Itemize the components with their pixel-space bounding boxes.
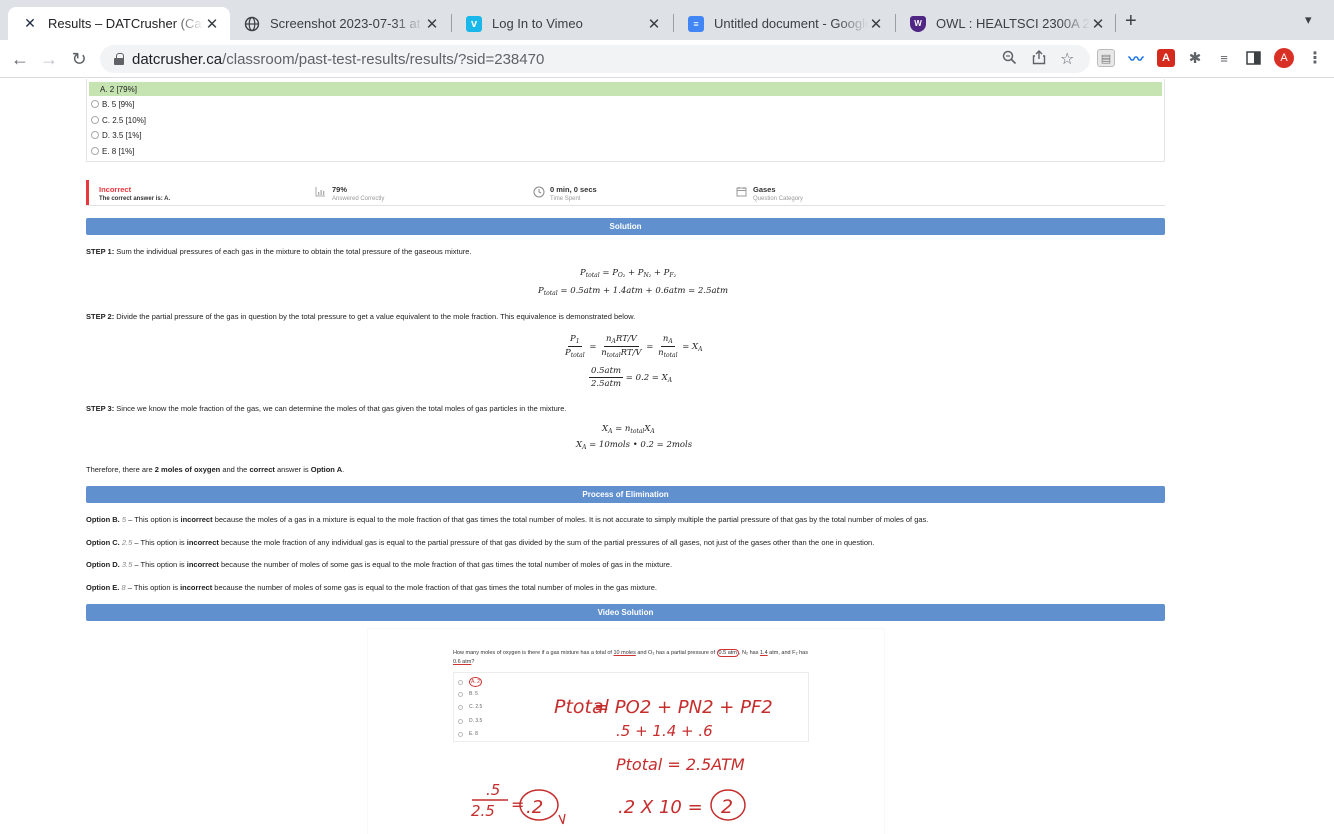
bookmark-star-icon[interactable]: ☆ — [1060, 49, 1074, 69]
incorrect-marker — [86, 180, 89, 205]
video-player[interactable]: How many moles of oxygen is there if a g… — [368, 629, 884, 834]
video-solution-header: Video Solution — [86, 604, 1165, 621]
step-1-text: STEP 1: Sum the individual pressures of … — [86, 247, 472, 256]
equation-total-pressure-values: Ptotal = 0.5atm + 1.4atm + 0.6atm = 2.5a… — [538, 286, 729, 297]
tab-datcrusher-results[interactable]: ✕ Results – DATCrusher (Canadian ✕ — [8, 7, 230, 40]
handwriting-sum-terms: = PO2 + PN2 + PF2 — [594, 697, 773, 718]
answer-option-d[interactable]: D. 3.5 [1%] — [89, 128, 142, 142]
share-icon[interactable] — [1032, 50, 1046, 69]
tab-title: Log In to Vimeo — [492, 16, 583, 31]
radio-icon — [91, 147, 99, 155]
result-status: Incorrect The correct answer is: A. — [99, 185, 171, 202]
radio-icon — [91, 131, 99, 139]
answer-option-e[interactable]: E. 8 [1%] — [89, 144, 134, 158]
equation-moles-values: XA = 10mols • 0.2 = 2mols — [576, 440, 693, 451]
reload-icon[interactable]: ↻ — [66, 47, 92, 71]
tab-search-chevron-icon[interactable]: ▾ — [1305, 12, 1312, 28]
equation-moles-formula: XA = ntotalXA — [602, 424, 655, 435]
handwriting-sum-values: .5 + 1.4 + .6 — [616, 722, 713, 740]
browser-toolbar: ← → ↻ datcrusher.ca/classroom/past-test-… — [0, 40, 1334, 78]
back-arrow-icon[interactable]: ← — [7, 47, 33, 71]
handwriting-total: Ptotal = 2.5ATM — [616, 755, 745, 774]
vimeo-icon: v — [466, 15, 482, 32]
tab-title: Results – DATCrusher (Canadian — [48, 16, 204, 31]
bar-chart-icon — [315, 186, 326, 197]
conclusion-text: Therefore, there are 2 moles of oxygen a… — [86, 465, 345, 474]
calculator-extension-icon[interactable]: ▤ — [1097, 49, 1115, 67]
browser-tab-strip: ✕ Results – DATCrusher (Canadian ✕ Scree… — [0, 0, 1334, 40]
forward-arrow-icon[interactable]: → — [36, 47, 62, 71]
tab-title: OWL : HEALTSCI 2300A 200 S — [936, 16, 1090, 31]
tab-title: Untitled document - Google Do — [714, 16, 868, 31]
google-docs-icon: ≡ — [688, 15, 704, 32]
elimination-option-e: Option E. 8 – This option is incorrect b… — [86, 583, 658, 592]
globe-icon — [244, 16, 260, 32]
side-panel-icon[interactable] — [1244, 49, 1262, 67]
close-icon[interactable]: ✕ — [1090, 15, 1106, 33]
handwritten-annotations: Ptotal = PO2 + PN2 + PF2 .5 + 1.4 + .6 P… — [471, 696, 773, 825]
radio-icon — [91, 116, 99, 124]
answer-choices: A. 2 [79%] B. 5 [9%] C. 2.5 [10%] D. 3.5… — [86, 79, 1165, 162]
handwriting-frac-num: .5 — [486, 781, 500, 799]
kebab-menu-icon[interactable]: ⋮ — [1302, 47, 1328, 71]
url-text: datcrusher.ca/classroom/past-test-result… — [132, 50, 545, 68]
reading-list-icon[interactable]: ≡ — [1215, 49, 1233, 67]
equation-total-pressure: Ptotal = PO₂ + PN₂ + PF₂ — [580, 268, 676, 279]
clock-icon — [533, 186, 545, 198]
extensions-puzzle-icon[interactable]: ✱ — [1186, 49, 1204, 67]
step-3-text: STEP 3: Since we know the mole fraction … — [86, 404, 567, 413]
equation-mole-fraction-values: 0.5atm 2.5atm = 0.2 = XA — [589, 366, 673, 389]
question-category: Gases Question Category — [736, 185, 803, 202]
time-spent: 0 min, 0 secs Time Spent — [533, 185, 597, 202]
step-2-text: STEP 2: Divide the partial pressure of t… — [86, 312, 636, 321]
handwriting-frac-den: 2.5 — [471, 802, 495, 820]
handwriting-product: .2 X 10 = — [618, 797, 703, 818]
owl-shield-icon: W — [910, 15, 926, 32]
acrobat-extension-icon[interactable]: A — [1157, 49, 1175, 67]
close-icon[interactable]: ✕ — [424, 15, 440, 33]
tab-owl[interactable]: W OWL : HEALTSCI 2300A 200 S ✕ — [896, 7, 1116, 40]
answer-option-a[interactable]: A. 2 [79%] — [89, 82, 1162, 96]
tab-title: Screenshot 2023-07-31 at 5.0 — [270, 16, 424, 31]
result-stats: Incorrect The correct answer is: A. 79% … — [86, 180, 1165, 206]
answer-option-c[interactable]: C. 2.5 [10%] — [89, 113, 146, 127]
calendar-icon — [736, 186, 747, 197]
profile-avatar[interactable]: A — [1274, 48, 1294, 68]
tab-screenshot[interactable]: Screenshot 2023-07-31 at 5.0 ✕ — [230, 7, 450, 40]
new-tab-button[interactable]: + — [1125, 10, 1137, 33]
elimination-option-c: Option C. 2.5 – This option is incorrect… — [86, 538, 875, 547]
equation-mole-fraction: P1 Ptotal = nART/V ntotalRT/V = nA ntotal =… — [565, 334, 703, 359]
elimination-header: Process of Elimination — [86, 486, 1165, 503]
page-content: A. 2 [79%] B. 5 [9%] C. 2.5 [10%] D. 3.5… — [0, 79, 1334, 834]
answer-option-b[interactable]: B. 5 [9%] — [89, 97, 134, 111]
lock-icon — [114, 53, 124, 65]
datcrusher-x-icon: ✕ — [24, 15, 36, 31]
address-bar[interactable]: datcrusher.ca/classroom/past-test-result… — [100, 45, 1090, 73]
tab-vimeo[interactable]: v Log In to Vimeo ✕ — [452, 7, 672, 40]
elimination-option-b: Option B. 5 – This option is incorrect b… — [86, 515, 929, 524]
close-icon[interactable]: ✕ — [204, 15, 220, 33]
solution-header: Solution — [86, 218, 1165, 235]
handwriting-frac-result: .2 — [526, 797, 543, 818]
handwriting-product-result: 2 — [721, 796, 733, 818]
close-icon[interactable]: ✕ — [646, 15, 662, 33]
close-icon[interactable]: ✕ — [868, 15, 884, 33]
radio-icon — [91, 100, 99, 108]
zoom-icon[interactable] — [1002, 50, 1017, 69]
tab-google-docs[interactable]: ≡ Untitled document - Google Do ✕ — [674, 7, 894, 40]
percent-correct: 79% Answered Correctly — [315, 185, 384, 202]
waveform-extension-icon[interactable]: 〰 — [1127, 49, 1145, 68]
elimination-option-d: Option D. 3.5 – This option is incorrect… — [86, 560, 673, 569]
tab-divider — [1115, 14, 1116, 32]
